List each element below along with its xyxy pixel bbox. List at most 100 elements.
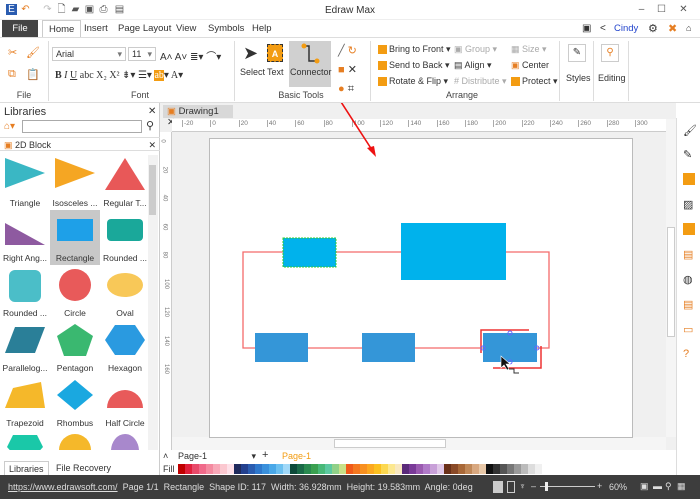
layer-icon[interactable] [683,223,695,235]
website-link[interactable]: https://www.edrawsoft.com/ [8,482,118,492]
color-swatch[interactable] [297,464,304,474]
font-size-select[interactable]: 11 ▾ [128,47,156,61]
color-swatch[interactable] [262,464,269,474]
tab-libraries[interactable]: Libraries [4,461,49,476]
fit-page-icon[interactable]: ▣ [640,481,649,492]
color-swatch[interactable] [395,464,402,474]
color-swatch[interactable] [486,464,493,474]
color-swatch[interactable] [360,464,367,474]
color-swatch[interactable] [332,464,339,474]
styles-icon[interactable]: ✎ [568,44,586,62]
comment-icon[interactable]: ▭ [683,323,695,336]
library-shape-item[interactable]: Rhombus [50,375,100,430]
color-swatch[interactable] [192,464,199,474]
color-swatch[interactable] [381,464,388,474]
shape-rectangle[interactable] [401,223,506,280]
rotate-flip-button[interactable]: Rotate & Flip ▾ [378,76,448,87]
color-swatch[interactable] [311,464,318,474]
text-tool-button[interactable]: Text [267,67,284,77]
color-swatch[interactable] [185,464,192,474]
color-swatch[interactable] [276,464,283,474]
full-view-icon[interactable] [507,481,515,493]
color-swatch[interactable] [423,464,430,474]
settings-icon[interactable]: ⚙ [648,22,658,35]
tab-file-recovery[interactable]: File Recovery [56,463,111,473]
fit-width-icon[interactable]: ▬ [653,481,662,491]
format-painter-icon[interactable]: 🖌 [26,46,40,59]
account-icon[interactable]: ▣ [582,23,591,34]
selected-shape-rectangle[interactable] [483,333,537,362]
shape-rectangle[interactable] [362,333,415,362]
library-shape-item[interactable]: Pentagon [50,320,100,375]
color-swatch[interactable] [528,464,535,474]
collapse-icon[interactable]: ˄ [163,451,168,461]
color-swatch[interactable] [339,464,346,474]
align-button[interactable]: ▤ Align ▾ [454,60,492,71]
page-selector[interactable]: Page-1 ▾ [174,450,260,462]
library-shape-item[interactable]: Isosceles ... [50,155,100,210]
color-swatch[interactable] [493,464,500,474]
color-swatch[interactable] [206,464,213,474]
color-swatch[interactable] [451,464,458,474]
document-icon[interactable]: ▤ [683,298,695,311]
zoom-in-icon[interactable]: + [597,481,602,491]
maximize-icon[interactable]: ☐ [656,4,667,15]
library-shape-item[interactable]: Rectangle [50,210,100,265]
library-shape-item[interactable]: Parallelog... [0,320,50,375]
cut-icon[interactable]: ✂ [8,46,17,59]
color-swatch[interactable] [500,464,507,474]
distribute-button[interactable]: # Distribute ▾ [454,76,507,87]
tab-home[interactable]: Home [42,20,82,37]
color-swatch[interactable] [283,464,290,474]
tab-symbols[interactable]: Symbols [202,20,250,37]
library-shape-item[interactable]: Circle [50,265,100,320]
line-icon[interactable]: ✎ [683,148,695,161]
color-swatch[interactable] [290,464,297,474]
tab-help[interactable]: Help [246,20,278,37]
color-swatch[interactable] [437,464,444,474]
search-icon[interactable]: ⚲ [146,119,154,132]
color-swatch[interactable] [402,464,409,474]
select-tool-button[interactable]: Select [240,67,265,77]
globe-icon[interactable]: ◍ [683,273,695,286]
color-swatch[interactable] [318,464,325,474]
color-swatch[interactable] [521,464,528,474]
bring-to-front-button[interactable]: Bring to Front ▾ [378,44,451,55]
library-shape-item[interactable]: Rounded ... [100,210,148,265]
library-category-2d-block[interactable]: ▣ 2D Block ✕ [0,137,160,151]
connector-tool-button[interactable]: Connector [289,41,332,87]
tab-page-layout[interactable]: Page Layout [112,20,177,37]
color-swatch[interactable] [416,464,423,474]
page-icon[interactable]: ▤ [683,248,695,261]
library-shape-item[interactable]: Half Circle [100,375,148,430]
page-tab-active[interactable]: Page-1 [282,451,311,461]
color-swatch[interactable] [472,464,479,474]
library-shape-item[interactable]: Trapezoid [0,375,50,430]
text-tool-icon[interactable]: A [267,44,283,62]
color-swatch[interactable] [234,464,241,474]
group-button[interactable]: ▣ Group ▾ [454,44,497,55]
library-shape-item[interactable] [50,430,100,450]
format-tools-icon[interactable]: B I U abc X₂ X² ⇟▾ ☰▾ ab▾ A▾ [55,70,183,81]
shape-rectangle[interactable] [255,333,308,362]
color-swatch[interactable] [269,464,276,474]
color-swatch[interactable] [367,464,374,474]
library-shape-item[interactable]: Hexagon [100,320,148,375]
color-swatch[interactable] [199,464,206,474]
font-name-select[interactable]: Arial ▾ [52,47,126,61]
color-swatch[interactable] [241,464,248,474]
library-shape-item[interactable]: Oval [100,265,148,320]
user-name[interactable]: Cindy [614,23,638,34]
zoom-icon[interactable]: ⚲ [665,481,672,492]
paste-icon[interactable]: 📋 [26,68,40,81]
collapse-ribbon-icon[interactable]: ⌂ [686,23,691,33]
color-swatch[interactable] [458,464,465,474]
center-button[interactable]: ▣ Center [511,60,549,71]
color-swatch[interactable] [514,464,521,474]
library-scrollbar[interactable] [148,155,158,450]
color-swatch[interactable] [304,464,311,474]
library-shape-item[interactable]: Right Ang... [0,210,50,265]
grid-icon[interactable]: ▦ [677,481,686,492]
color-swatch[interactable] [213,464,220,474]
library-shape-item[interactable]: Regular T... [100,155,148,210]
